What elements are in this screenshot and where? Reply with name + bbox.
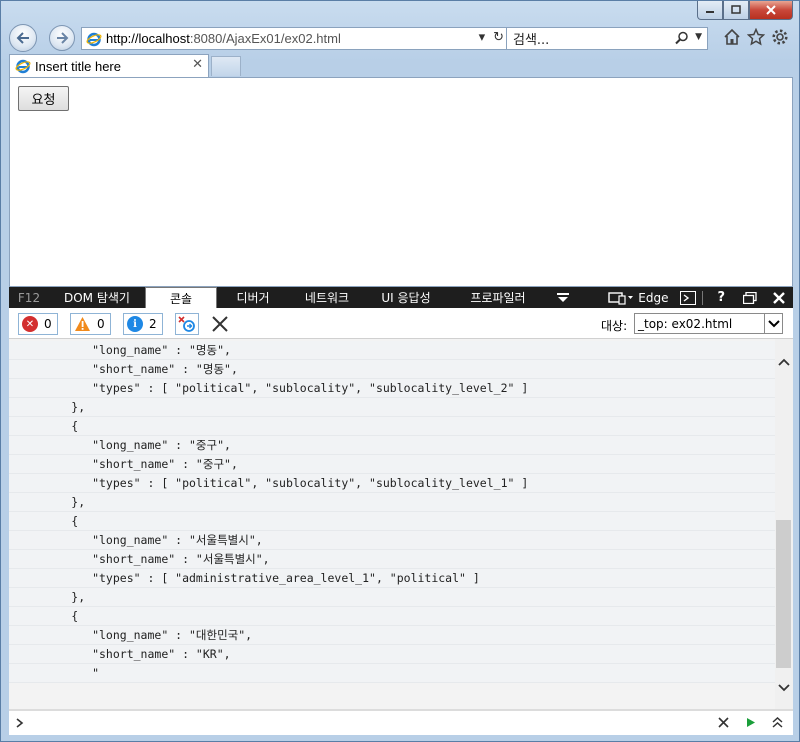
navigation-bar: http://localhost:8080/AjaxEx01/ex02.html…: [9, 23, 793, 53]
console-line: "short_name" : "중구",: [9, 455, 775, 474]
home-icon[interactable]: [723, 28, 741, 46]
tab-console[interactable]: 콘솔: [145, 287, 217, 308]
console-line: "short_name" : "서울특별시",: [9, 550, 775, 569]
console-line: },: [9, 588, 775, 607]
forward-button[interactable]: [49, 25, 75, 51]
info-count: 2: [149, 317, 157, 331]
request-button[interactable]: 요청: [18, 86, 69, 111]
console-output: "long_name" : "명동", "short_name" : "명동",…: [9, 339, 793, 709]
console-line: },: [9, 493, 775, 512]
target-label: 대상:: [601, 319, 628, 333]
search-dropdown-icon[interactable]: ▼: [695, 32, 702, 42]
close-button[interactable]: [749, 1, 793, 20]
console-line: {: [9, 417, 775, 436]
favorites-star-icon[interactable]: [747, 28, 765, 46]
browser-toolbar-icons: [723, 28, 789, 46]
error-icon: ✕: [22, 316, 38, 332]
console-line: "types" : [ "political", "sublocality", …: [9, 379, 775, 398]
more-tabs-icon: [557, 292, 569, 302]
tab-debugger[interactable]: 디버거: [217, 287, 289, 308]
devtools-tab-bar: F12 DOM 탐색기 콘솔 디버거 네트워크 UI 응답성 프로파일러 Edg…: [9, 287, 793, 308]
maximize-icon: [731, 5, 741, 14]
emulation-icon[interactable]: [608, 291, 634, 305]
expand-input-icon[interactable]: [772, 717, 783, 728]
ie-tab-icon: [15, 59, 31, 74]
console-line: "long_name" : "중구",: [9, 436, 775, 455]
refresh-icon[interactable]: ↻: [493, 30, 504, 45]
console-scrollbar[interactable]: [775, 339, 793, 709]
console-line: {: [9, 512, 775, 531]
clear-on-navigate-button[interactable]: [175, 313, 199, 335]
address-bar[interactable]: http://localhost:8080/AjaxEx01/ex02.html…: [81, 27, 509, 50]
tab-close-icon[interactable]: ✕: [192, 57, 203, 72]
info-icon: i: [127, 316, 143, 332]
close-devtools-icon[interactable]: [773, 291, 785, 304]
console-line: "types" : [ "political", "sublocality", …: [9, 474, 775, 493]
warning-icon: [75, 317, 90, 331]
console-line: "long_name" : "명동",: [9, 341, 775, 360]
console-line: },: [9, 398, 775, 417]
warning-count: 0: [97, 317, 105, 331]
tab-ui-responsiveness[interactable]: UI 응답성: [365, 287, 447, 308]
more-tabs-button[interactable]: [549, 287, 577, 308]
browser-window: http://localhost:8080/AjaxEx01/ex02.html…: [0, 0, 800, 742]
search-icon[interactable]: [675, 31, 689, 45]
minimize-button[interactable]: [697, 1, 723, 20]
minimize-icon: [706, 11, 714, 13]
undock-icon[interactable]: [743, 291, 757, 304]
address-dropdown-icon[interactable]: ▾: [479, 30, 486, 45]
clear-input-icon[interactable]: [718, 717, 729, 728]
emulation-mode-label[interactable]: Edge: [638, 291, 668, 305]
console-line: "short_name" : "명동",: [9, 360, 775, 379]
back-button[interactable]: [9, 24, 37, 52]
close-icon: [766, 5, 776, 15]
target-select-value: _top: ex02.html: [638, 316, 733, 331]
console-line: "long_name" : "대한민국",: [9, 626, 775, 645]
console-line: {: [9, 607, 775, 626]
console-line: "types" : [ "administrative_area_level_1…: [9, 569, 775, 588]
chevron-down-icon: [764, 314, 782, 333]
console-toolbar: ✕ 0 0 i 2 대상: _top: ex02.html: [9, 308, 793, 339]
console-toggle-icon[interactable]: [680, 290, 697, 305]
scroll-down-icon[interactable]: [777, 681, 791, 695]
tab-strip: Insert title here ✕: [9, 54, 793, 77]
run-icon[interactable]: [745, 717, 756, 728]
clear-on-navigate-icon: [178, 316, 195, 332]
page-content: 요청: [9, 77, 793, 287]
tab-dom-explorer[interactable]: DOM 탐색기: [49, 287, 145, 308]
warning-filter-button[interactable]: 0: [70, 313, 111, 335]
ie-logo-icon: [86, 32, 102, 46]
tab-title: Insert title here: [35, 58, 121, 74]
error-filter-button[interactable]: ✕ 0: [18, 313, 58, 335]
arrow-right-icon: [57, 32, 69, 44]
search-box[interactable]: 검색... ▼: [506, 27, 708, 50]
address-url: http://localhost:8080/AjaxEx01/ex02.html: [106, 31, 341, 46]
new-tab-button[interactable]: [211, 56, 241, 76]
console-input-row[interactable]: [9, 709, 793, 735]
devtools-right-controls: Edge ?: [608, 287, 793, 308]
error-count: 0: [44, 317, 52, 331]
devtools-panel: F12 DOM 탐색기 콘솔 디버거 네트워크 UI 응답성 프로파일러 Edg…: [9, 287, 793, 735]
arrow-left-icon: [16, 32, 29, 44]
target-select[interactable]: _top: ex02.html: [634, 313, 783, 334]
maximize-button[interactable]: [723, 1, 749, 20]
scroll-thumb[interactable]: [776, 520, 791, 668]
info-filter-button[interactable]: i 2: [123, 313, 163, 335]
search-placeholder: 검색...: [513, 33, 550, 48]
console-line: "short_name" : "KR",: [9, 645, 775, 664]
prompt-chevron-icon: [16, 718, 24, 728]
help-button[interactable]: ?: [717, 290, 725, 305]
console-line: "long_name" : "서울특별시",: [9, 531, 775, 550]
console-lines: "long_name" : "명동", "short_name" : "명동",…: [9, 341, 775, 683]
scroll-up-icon[interactable]: [777, 355, 791, 369]
gear-icon[interactable]: [771, 28, 789, 46]
tab-f12: F12: [17, 290, 41, 305]
console-line: ": [9, 664, 775, 683]
tab-insert-title[interactable]: Insert title here ✕: [9, 54, 209, 77]
caption-buttons: [697, 1, 793, 20]
tab-profiler[interactable]: 프로파일러: [447, 287, 549, 308]
clear-console-icon[interactable]: [211, 315, 229, 333]
tab-network[interactable]: 네트워크: [289, 287, 365, 308]
